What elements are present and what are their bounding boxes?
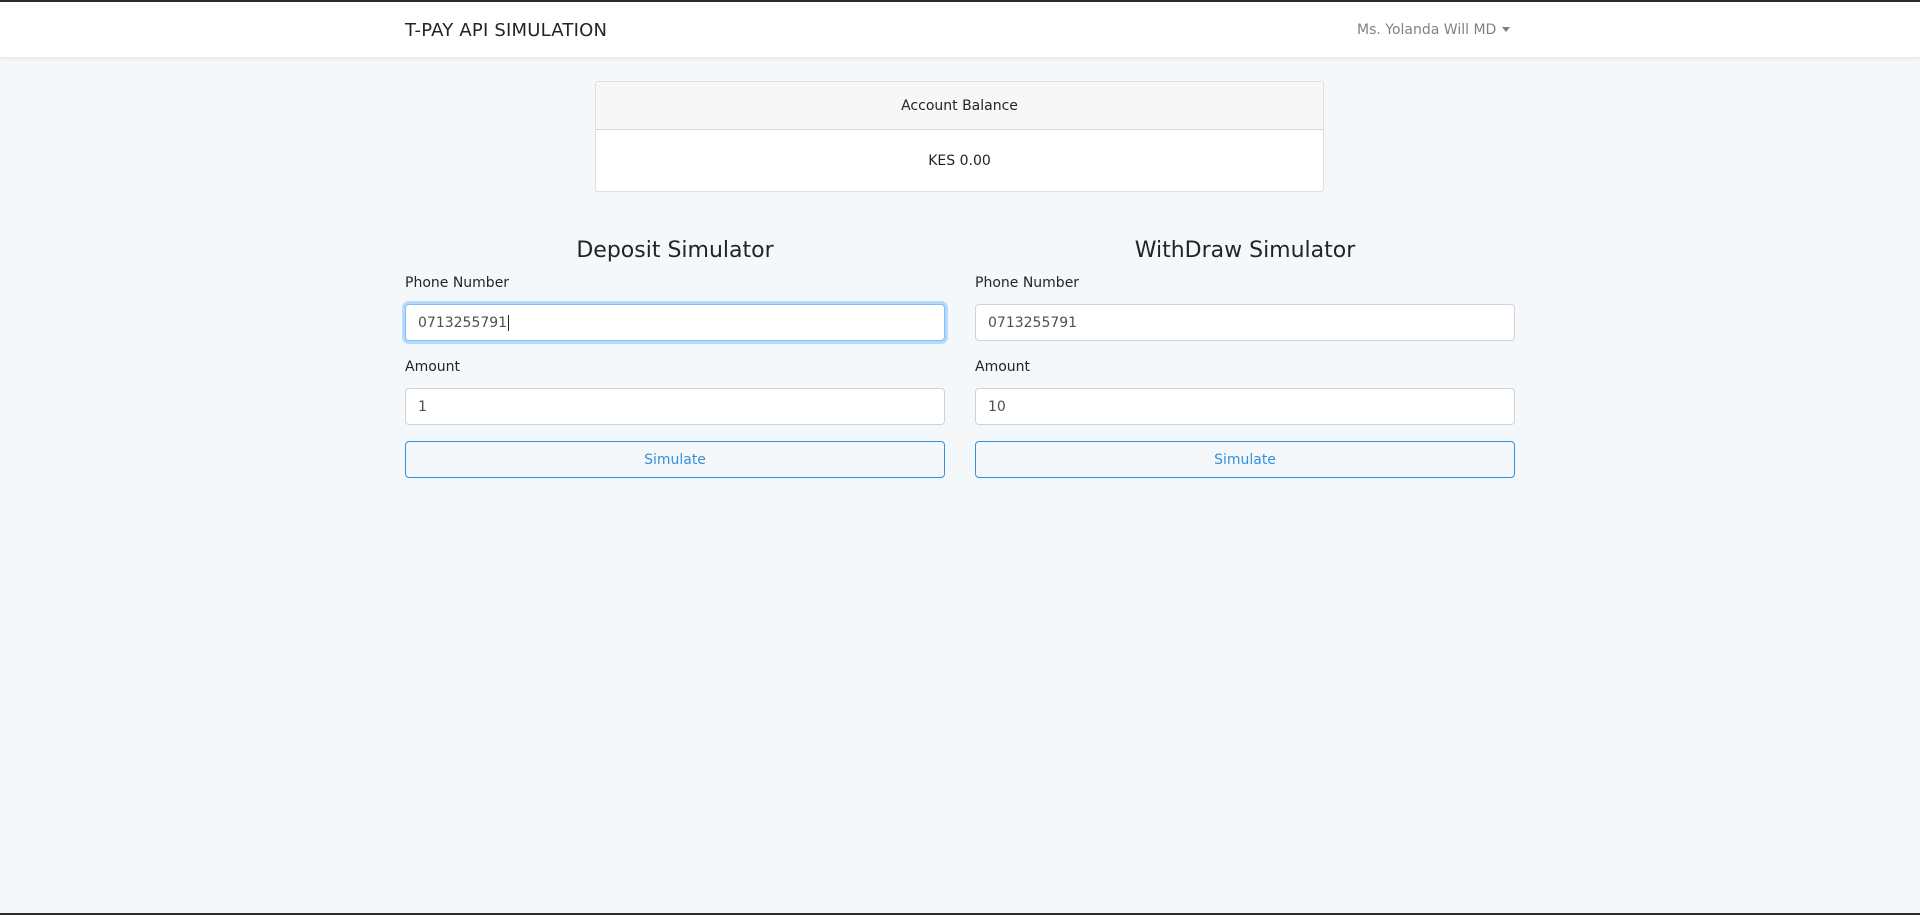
brand-link[interactable]: T-PAY API SIMULATION (405, 20, 607, 41)
account-balance-header: Account Balance (596, 82, 1323, 130)
withdraw-amount-input[interactable]: 10 (975, 388, 1515, 425)
withdraw-simulate-button[interactable]: Simulate (975, 441, 1515, 478)
withdraw-amount-value: 10 (988, 398, 1006, 415)
withdraw-phone-label: Phone Number (975, 275, 1080, 291)
caret-down-icon (1502, 27, 1511, 32)
user-name: Ms. Yolanda Will MD (1357, 22, 1497, 38)
account-balance-value: KES 0.00 (928, 153, 991, 169)
withdraw-phone-input[interactable]: 0713255791 (975, 304, 1515, 341)
withdraw-phone-value: 0713255791 (988, 314, 1078, 331)
deposit-phone-label: Phone Number (405, 275, 510, 291)
text-cursor (508, 314, 510, 331)
deposit-amount-value: 1 (418, 398, 427, 415)
account-balance-card: Account Balance KES 0.00 (595, 81, 1324, 192)
deposit-amount-input[interactable]: 1 (405, 388, 945, 425)
withdraw-title: WithDraw Simulator (1134, 238, 1356, 263)
withdraw-amount-label: Amount (975, 359, 1031, 375)
deposit-phone-value: 0713255791 (418, 314, 508, 331)
top-navbar: T-PAY API SIMULATION Ms. Yolanda Will MD (0, 2, 1920, 57)
deposit-amount-label: Amount (405, 359, 461, 375)
deposit-phone-input[interactable]: 0713255791 (405, 304, 945, 341)
user-dropdown-toggle[interactable]: Ms. Yolanda Will MD (1357, 22, 1511, 38)
withdraw-simulator: WithDraw Simulator Phone Number 07132557… (975, 235, 1515, 478)
deposit-title: Deposit Simulator (576, 238, 774, 263)
deposit-simulate-button[interactable]: Simulate (405, 441, 945, 478)
deposit-simulator: Deposit Simulator Phone Number 071325579… (405, 235, 945, 478)
